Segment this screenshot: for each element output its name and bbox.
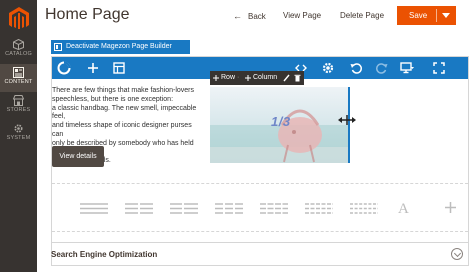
deactivate-builder-button[interactable]: Deactivate Magezon Page Builder (51, 40, 190, 54)
cube-icon (13, 39, 24, 50)
sidebar-item-system[interactable]: SYSTEM (0, 120, 37, 148)
deactivate-builder-label: Deactivate Magezon Page Builder (66, 43, 172, 50)
admin-sidebar: CATALOG CONTENT STORES SYSTEM (0, 0, 37, 272)
resize-arrows-icon[interactable] (338, 114, 356, 126)
page-title: Home Page (45, 6, 130, 23)
responsive-preview-icon[interactable] (400, 61, 414, 75)
text-line: and timeless shape of iconic designer pu… (52, 122, 192, 138)
text-line: a classic handbag. The new smell, impecc… (52, 104, 197, 121)
undo-icon[interactable] (349, 61, 363, 75)
layout-icon (13, 67, 24, 78)
chevron-down-icon[interactable] (442, 13, 450, 18)
page-builder-panel: There are few things that make fashion-l… (51, 56, 469, 266)
save-button[interactable]: Save (397, 6, 456, 25)
delete-page-button[interactable]: Delete Page (340, 11, 384, 20)
page-builder-icon (54, 43, 62, 51)
sidebar-item-label: CONTENT (4, 79, 33, 85)
redo-icon[interactable] (375, 61, 389, 75)
add-element-icon[interactable] (86, 61, 100, 75)
row-divider (52, 183, 468, 184)
text-line: There are few things that make fashion-l… (52, 87, 195, 94)
arrow-left-icon: ← (233, 11, 242, 21)
view-page-button[interactable]: View Page (283, 11, 321, 20)
back-button[interactable]: ← Back (233, 11, 266, 21)
row-column-controls: Row · Column (210, 71, 304, 85)
pencil-icon[interactable] (283, 74, 290, 82)
add-element-icon[interactable] (444, 201, 457, 214)
sidebar-item-label: STORES (6, 107, 31, 113)
page-content: Deactivate Magezon Page Builder There ar… (37, 36, 474, 272)
layout-1-column-icon[interactable] (80, 202, 108, 215)
move-icon[interactable] (213, 75, 219, 81)
split-divider (436, 9, 437, 22)
builder-logo-icon[interactable] (57, 61, 71, 75)
sidebar-item-content[interactable]: CONTENT (0, 64, 37, 92)
layout-presets: A (52, 189, 468, 229)
view-details-button[interactable]: View details (52, 146, 104, 167)
image-caption: 1/3 (271, 114, 291, 129)
sidebar-item-label: SYSTEM (6, 135, 31, 141)
sidebar-item-catalog[interactable]: CATALOG (0, 36, 37, 64)
section-divider (51, 242, 469, 243)
row-label[interactable]: Row (221, 74, 235, 81)
back-label: Back (248, 12, 266, 21)
sidebar-item-stores[interactable]: STORES (0, 92, 37, 120)
text-element-icon[interactable]: A (397, 200, 411, 215)
trash-icon[interactable] (294, 74, 301, 82)
move-icon[interactable] (245, 75, 251, 81)
store-icon (13, 95, 24, 106)
text-line: speechless, but there is one exception: (52, 95, 174, 103)
fullscreen-icon[interactable] (432, 61, 446, 75)
page-header: Home Page ← Back View Page Delete Page Sa… (37, 0, 474, 36)
gear-icon (14, 124, 23, 133)
layout-5-columns-icon[interactable] (305, 202, 333, 215)
seo-section-title[interactable]: Search Engine Optimization (51, 250, 157, 259)
separator-dot: · (237, 74, 240, 81)
column-label[interactable]: Column (253, 74, 277, 81)
sidebar-item-label: CATALOG (5, 51, 32, 57)
layout-4-columns-icon[interactable] (260, 202, 288, 215)
layout-2-columns-alt-icon[interactable] (170, 202, 198, 215)
section-divider (52, 231, 468, 232)
magento-logo-icon[interactable] (9, 7, 29, 29)
settings-gear-icon[interactable] (321, 61, 335, 75)
layout-6-columns-icon[interactable] (350, 202, 378, 215)
layout-2-columns-icon[interactable] (125, 202, 153, 215)
chevron-down-icon[interactable] (451, 248, 463, 260)
layout-3-columns-icon[interactable] (215, 202, 243, 215)
save-label: Save (409, 11, 428, 20)
templates-icon[interactable] (112, 61, 126, 75)
svg-text:A: A (398, 201, 409, 215)
